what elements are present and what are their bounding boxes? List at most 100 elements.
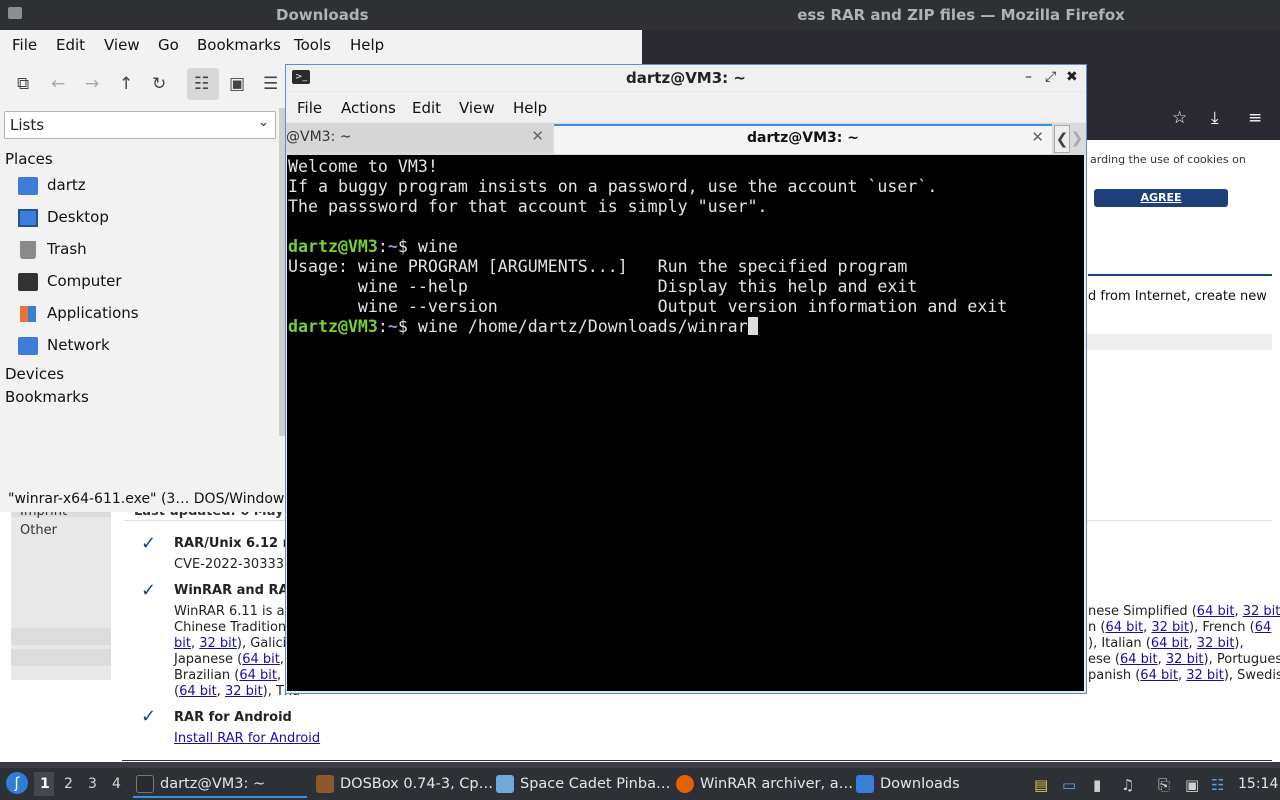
checkmark-icon: ✓: [141, 706, 157, 727]
tab-scroll-left-icon[interactable]: ❮: [1054, 125, 1070, 153]
sidebar-link-other[interactable]: Other: [20, 523, 57, 538]
tab-scroll-right-icon[interactable]: ❯: [1070, 125, 1084, 151]
menu-bookmarks[interactable]: Bookmarks: [197, 36, 281, 54]
terminal-tab[interactable]: @VM3: ~ ✕: [286, 124, 552, 152]
install-rar-android-link[interactable]: Install RAR for Android: [174, 731, 320, 746]
menu-help[interactable]: Help: [350, 36, 384, 54]
list-view-icon[interactable]: ☰: [263, 74, 278, 94]
terminal-line: Usage: wine PROGRAM [ARGUMENTS...] Run t…: [288, 257, 908, 276]
reload-icon[interactable]: ↻: [152, 74, 166, 94]
download-link[interactable]: bit: [174, 636, 191, 651]
clipboard-icon[interactable]: ⎘: [1158, 776, 1170, 794]
volume-icon[interactable]: ♫: [1121, 776, 1134, 794]
clock[interactable]: 15:14: [1238, 776, 1278, 792]
side-pane-mode-select[interactable]: Lists ⌄: [4, 111, 276, 139]
terminal-menu-help[interactable]: Help: [513, 99, 547, 117]
pinball-icon: [496, 775, 514, 793]
download-link[interactable]: 64 bit: [1120, 652, 1158, 667]
battery-icon[interactable]: ▮: [1093, 776, 1101, 794]
download-link[interactable]: 64 bit: [1151, 636, 1189, 651]
news-text-fragment: n (: [1088, 620, 1106, 635]
task-label: WinRAR archiver, a…: [700, 776, 854, 792]
terminal-menu-actions[interactable]: Actions: [341, 99, 396, 117]
divider: [1088, 274, 1272, 276]
download-link[interactable]: 32 bit: [1186, 668, 1224, 683]
task-downloads[interactable]: Downloads: [856, 772, 976, 798]
news-text-fragment: ,: [216, 684, 225, 699]
close-button[interactable]: ✖: [1066, 69, 1078, 85]
up-arrow-icon[interactable]: ↑: [119, 74, 133, 94]
maximize-button[interactable]: ⤢: [1045, 69, 1056, 85]
tab-label: @VM3: ~: [286, 129, 352, 145]
file-manager-titlebar: Downloads: [0, 0, 642, 30]
task-pinball[interactable]: Space Cadet Pinba…: [496, 772, 670, 798]
bookmark-star-icon[interactable]: ☆: [1172, 108, 1187, 128]
download-link[interactable]: 64 bit: [239, 668, 277, 683]
download-link[interactable]: 64 bit: [179, 684, 217, 699]
place-label: dartz: [47, 176, 86, 194]
back-arrow-icon[interactable]: ←: [51, 74, 65, 94]
minimize-button[interactable]: –: [1025, 69, 1032, 85]
download-link[interactable]: 32 bit: [1197, 636, 1235, 651]
terminal-output-area[interactable]: [287, 155, 1084, 691]
command-input[interactable]: wine /home/dartz/Downloads/winrar: [418, 317, 748, 336]
workspace-4[interactable]: 4: [112, 776, 121, 792]
download-link[interactable]: 32 bit: [225, 684, 263, 699]
download-link[interactable]: 64 bit: [1140, 668, 1178, 683]
terminal-menu-view[interactable]: View: [459, 99, 495, 117]
menu-view[interactable]: View: [104, 36, 140, 54]
hamburger-menu-icon[interactable]: ≡: [1248, 108, 1262, 128]
forward-arrow-icon[interactable]: →: [85, 74, 99, 94]
close-tab-icon[interactable]: ✕: [531, 127, 544, 145]
downloads-icon[interactable]: ⤓: [1211, 108, 1219, 128]
close-tab-icon[interactable]: ✕: [1031, 128, 1044, 146]
place-label: Desktop: [47, 208, 109, 226]
terminal-icon: [136, 775, 154, 793]
menu-go[interactable]: Go: [158, 36, 179, 54]
download-link[interactable]: 32 bit: [1151, 620, 1189, 635]
task-terminal[interactable]: dartz@VM3: ~: [136, 772, 306, 798]
firefox-icon: [676, 775, 694, 793]
news-text: Japanese (64 bit, 3: [174, 652, 296, 667]
display-icon[interactable]: ▭: [1062, 776, 1076, 794]
monitor-icon[interactable]: ▣: [1185, 776, 1199, 794]
thumbnail-view-icon[interactable]: ▣: [229, 74, 245, 94]
devices-header[interactable]: Devices: [5, 365, 64, 383]
drive-icon[interactable]: ▤: [1034, 776, 1048, 794]
terminal-prompt-line: dartz@VM3:~$ wine /home/dartz/Downloads/…: [288, 317, 758, 336]
task-firefox[interactable]: WinRAR archiver, a…: [676, 772, 853, 798]
terminal-tab-active[interactable]: dartz@VM3: ~ ✕: [554, 124, 1052, 154]
workspace-1[interactable]: 1: [40, 776, 50, 792]
cookie-agree-button[interactable]: AGREE: [1094, 189, 1228, 207]
workspace-2[interactable]: 2: [64, 776, 73, 792]
download-link[interactable]: 64: [1255, 620, 1272, 635]
bookmarks-header[interactable]: Bookmarks: [5, 388, 89, 406]
new-tab-icon[interactable]: ⧉: [17, 74, 29, 94]
download-link[interactable]: 64 bit: [242, 652, 280, 667]
download-link[interactable]: 64 bit: [1105, 620, 1143, 635]
icon-view-icon[interactable]: ☷: [194, 74, 209, 94]
start-menu-icon[interactable]: ʃ: [6, 772, 28, 794]
menu-edit[interactable]: Edit: [56, 36, 85, 54]
news-text-fragment: ), Swedish: [1223, 668, 1280, 683]
terminal-line: If a buggy program insists on a password…: [288, 177, 938, 196]
terminal-menu-file[interactable]: File: [297, 99, 322, 117]
menu-file[interactable]: File: [12, 36, 37, 54]
download-link[interactable]: 32 bit: [199, 636, 237, 651]
download-link[interactable]: 32 bit: [1243, 604, 1280, 619]
news-text: CVE-2022-30333 s: [174, 557, 295, 572]
news-text: n (64 bit, 32 bit), French (64: [1088, 620, 1271, 635]
news-text-fragment: ese (: [1088, 652, 1120, 667]
news-title: RAR for Android: [174, 710, 292, 725]
workspace-3[interactable]: 3: [88, 776, 97, 792]
download-link[interactable]: 64 bit: [1197, 604, 1235, 619]
network-icon[interactable]: ☷: [1211, 776, 1224, 794]
download-link[interactable]: 32 bit: [1166, 652, 1204, 667]
places-header[interactable]: Places: [5, 150, 53, 168]
terminal-menu-edit[interactable]: Edit: [412, 99, 441, 117]
menu-tools[interactable]: Tools: [294, 36, 331, 54]
task-dosbox[interactable]: DOSBox 0.74-3, Cp…: [316, 772, 493, 798]
tab-label: dartz@VM3: ~: [747, 130, 859, 146]
prompt-dir: ~: [387, 237, 398, 256]
place-label: Network: [47, 336, 110, 354]
